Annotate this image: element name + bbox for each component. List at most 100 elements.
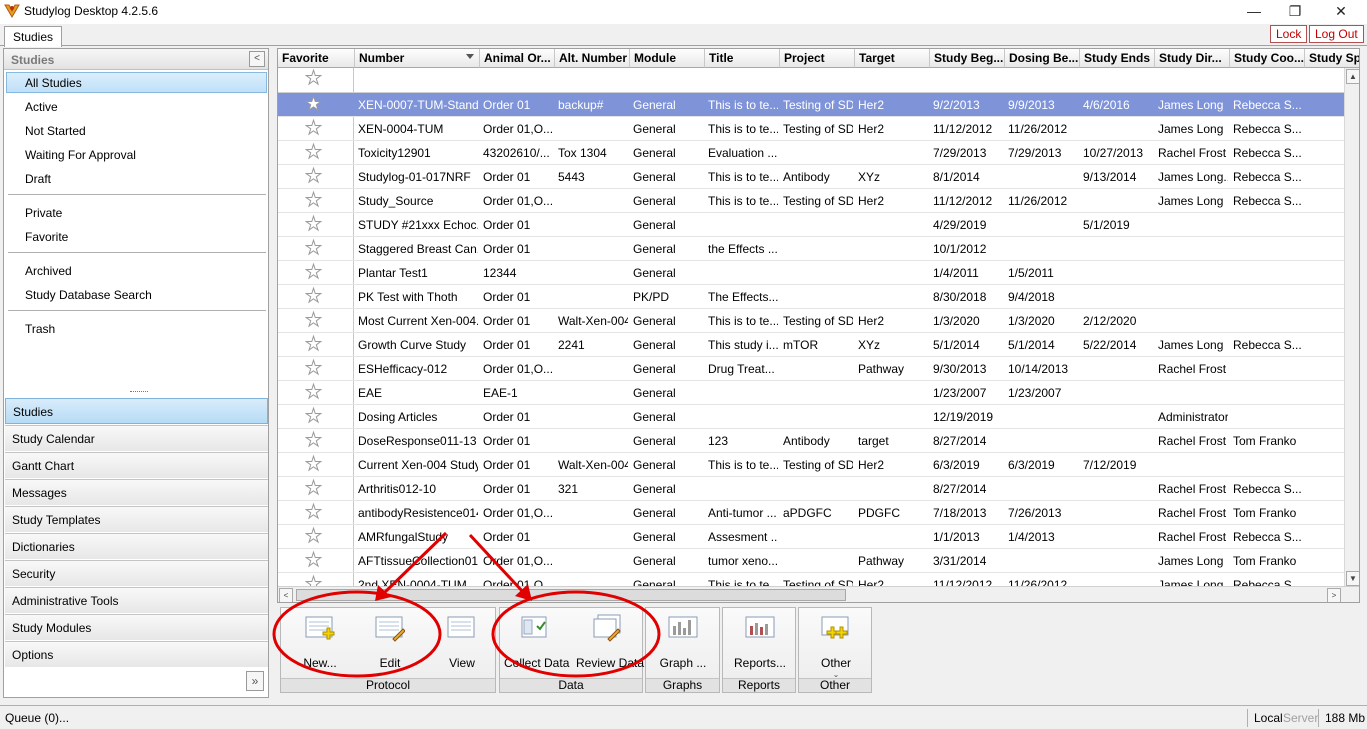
- favorite-star-icon[interactable]: ★: [304, 263, 322, 283]
- table-row[interactable]: ★ XEN-0007-TUM-Stand... Order 01 backup# Gen…: [278, 93, 1344, 117]
- scroll-up-arrow-icon[interactable]: ▲: [1346, 69, 1359, 84]
- column-header[interactable]: Study Sp: [1305, 49, 1359, 68]
- favorite-star-icon[interactable]: ★: [304, 527, 322, 547]
- table-row[interactable]: ★ antibodyResistence014 Order 01,O... Gener…: [278, 501, 1344, 525]
- favorite-star-icon[interactable]: ★: [304, 143, 322, 163]
- nav-options[interactable]: Options: [5, 641, 268, 667]
- reports-button[interactable]: Reports...: [729, 612, 791, 674]
- lock-button[interactable]: Lock: [1270, 25, 1308, 43]
- sidebar-splitter-handle[interactable]: [130, 391, 148, 394]
- filter-not-started[interactable]: Not Started: [6, 120, 267, 141]
- table-row[interactable]: ★ Study_Source Order 01,O... General This is…: [278, 189, 1344, 213]
- table-row[interactable]: ★ XEN-0004-TUM Order 01,O... General This is…: [278, 117, 1344, 141]
- maximize-button[interactable]: ❐: [1272, 0, 1318, 22]
- nav-security[interactable]: Security: [5, 560, 268, 586]
- filter-all-studies[interactable]: All Studies: [6, 72, 267, 93]
- filter-waiting-for-approval[interactable]: Waiting For Approval: [6, 144, 267, 165]
- tab-studies[interactable]: Studies: [4, 26, 63, 47]
- table-row[interactable]: ★ AMRfungalStudy Order 01 General Assesment …: [278, 525, 1344, 549]
- horizontal-scrollbar[interactable]: < >: [278, 586, 1359, 602]
- table-row[interactable]: ★ AFTtissueCollection010 Order 01,O... Gene…: [278, 549, 1344, 573]
- collect-data-button[interactable]: Collect Data: [504, 612, 569, 674]
- table-row[interactable]: ★ ESHefficacy-012 Order 01,O... General Drug…: [278, 357, 1344, 381]
- filter-draft[interactable]: Draft: [6, 168, 267, 189]
- edit-protocol-button[interactable]: Edit: [359, 612, 421, 674]
- favorite-star-icon[interactable]: ★: [304, 95, 322, 115]
- table-row[interactable]: ★ Toxicity12901 43202610/... Tox 1304 Genera…: [278, 141, 1344, 165]
- table-row[interactable]: ★ Dosing Articles Order 01 General 12/19/201…: [278, 405, 1344, 429]
- favorite-star-icon[interactable]: ★: [304, 167, 322, 187]
- table-row[interactable]: ★ Staggered Breast Can... Order 01 General t…: [278, 237, 1344, 261]
- table-row[interactable]: ★ STUDY #21xxx Echoc... Order 01 General 4/2…: [278, 213, 1344, 237]
- nav-gantt-chart[interactable]: Gantt Chart: [5, 452, 268, 478]
- favorite-star-icon[interactable]: ★: [304, 407, 322, 427]
- favorite-star-icon[interactable]: ★: [304, 479, 322, 499]
- scroll-left-arrow-icon[interactable]: <: [279, 588, 293, 602]
- view-protocol-button[interactable]: View: [431, 612, 493, 674]
- table-row[interactable]: ★ Plantar Test1 12344 General 1/4/2011 1/5/20…: [278, 261, 1344, 285]
- column-header[interactable]: Alt. Number: [555, 49, 630, 68]
- nav-messages[interactable]: Messages: [5, 479, 268, 505]
- filter-row[interactable]: ★: [278, 68, 1344, 93]
- expand-nav-button[interactable]: »: [246, 671, 264, 691]
- table-row[interactable]: ★ PK Test with Thoth Order 01 PK/PD The Effe…: [278, 285, 1344, 309]
- minimize-button[interactable]: —: [1231, 0, 1277, 22]
- horizontal-scroll-thumb[interactable]: [296, 589, 846, 601]
- column-header[interactable]: Study Ends: [1080, 49, 1155, 68]
- table-row[interactable]: ★ Current Xen-004 Study Order 01 Walt-Xen-0…: [278, 453, 1344, 477]
- nav-dictionaries[interactable]: Dictionaries: [5, 533, 268, 559]
- favorite-star-icon[interactable]: ★: [304, 431, 322, 451]
- filter-favorite[interactable]: Favorite: [6, 226, 267, 247]
- nav-administrative-tools[interactable]: Administrative Tools: [5, 587, 268, 613]
- close-button[interactable]: ✕: [1318, 0, 1364, 22]
- other-button[interactable]: Other ⌄: [805, 612, 867, 679]
- nav-study-templates[interactable]: Study Templates: [5, 506, 268, 532]
- filter-trash[interactable]: Trash: [6, 318, 267, 339]
- column-header[interactable]: Study Dir...: [1155, 49, 1230, 68]
- favorite-star-icon[interactable]: ★: [304, 311, 322, 331]
- table-row[interactable]: ★ Arthritis012-10 Order 01 321 General 8/27/2…: [278, 477, 1344, 501]
- favorite-star-icon[interactable]: ★: [304, 191, 322, 211]
- column-header[interactable]: Animal Or...: [480, 49, 555, 68]
- favorite-star-icon[interactable]: ★: [304, 383, 322, 403]
- new-protocol-button[interactable]: New...: [289, 612, 351, 674]
- vertical-scrollbar[interactable]: ▲ ▼: [1344, 68, 1359, 587]
- favorite-star-icon[interactable]: ★: [304, 359, 322, 379]
- nav-studies[interactable]: Studies: [5, 398, 268, 424]
- graph-button[interactable]: Graph ...: [652, 612, 714, 674]
- column-header[interactable]: Study Beg...: [930, 49, 1005, 68]
- favorite-star-icon[interactable]: ★: [304, 287, 322, 307]
- column-header[interactable]: Project: [780, 49, 855, 68]
- scroll-down-arrow-icon[interactable]: ▼: [1346, 571, 1359, 586]
- logout-button[interactable]: Log Out: [1309, 25, 1364, 43]
- favorite-star-icon[interactable]: ★: [304, 119, 322, 139]
- favorite-star-icon[interactable]: ★: [304, 335, 322, 355]
- column-header[interactable]: Module: [630, 49, 705, 68]
- column-header[interactable]: Favorite: [278, 49, 355, 68]
- queue-status[interactable]: Queue (0)...: [5, 711, 69, 725]
- table-row[interactable]: ★ EAE EAE-1 General 1/23/2007 1/23/2007: [278, 381, 1344, 405]
- nav-study-modules[interactable]: Study Modules: [5, 614, 268, 640]
- column-header[interactable]: Number: [355, 49, 480, 68]
- review-data-button[interactable]: Review Data: [576, 612, 644, 674]
- table-row[interactable]: ★ Studylog-01-017NRF Order 01 5443 General Th…: [278, 165, 1344, 189]
- column-header[interactable]: Dosing Be...: [1005, 49, 1080, 68]
- table-row[interactable]: ★ Most Current Xen-004... Order 01 Walt-Xen…: [278, 309, 1344, 333]
- column-header[interactable]: Target: [855, 49, 930, 68]
- filter-study-database-search[interactable]: Study Database Search: [6, 284, 267, 305]
- table-row[interactable]: ★ DoseResponse011-13 Order 01 General 123 Ant…: [278, 429, 1344, 453]
- favorite-star-icon[interactable]: ★: [304, 551, 322, 571]
- scroll-right-arrow-icon[interactable]: >: [1327, 588, 1341, 602]
- favorite-filter-star-icon[interactable]: ★: [304, 69, 322, 89]
- filter-archived[interactable]: Archived: [6, 260, 267, 281]
- table-row[interactable]: ★ Growth Curve Study Order 01 2241 General Th…: [278, 333, 1344, 357]
- favorite-star-icon[interactable]: ★: [304, 503, 322, 523]
- favorite-star-icon[interactable]: ★: [304, 215, 322, 235]
- column-header[interactable]: Study Coo...: [1230, 49, 1305, 68]
- filter-active[interactable]: Active: [6, 96, 267, 117]
- favorite-star-icon[interactable]: ★: [304, 239, 322, 259]
- filter-private[interactable]: Private: [6, 202, 267, 223]
- favorite-star-icon[interactable]: ★: [304, 455, 322, 475]
- column-header[interactable]: Title: [705, 49, 780, 68]
- nav-study-calendar[interactable]: Study Calendar: [5, 425, 268, 451]
